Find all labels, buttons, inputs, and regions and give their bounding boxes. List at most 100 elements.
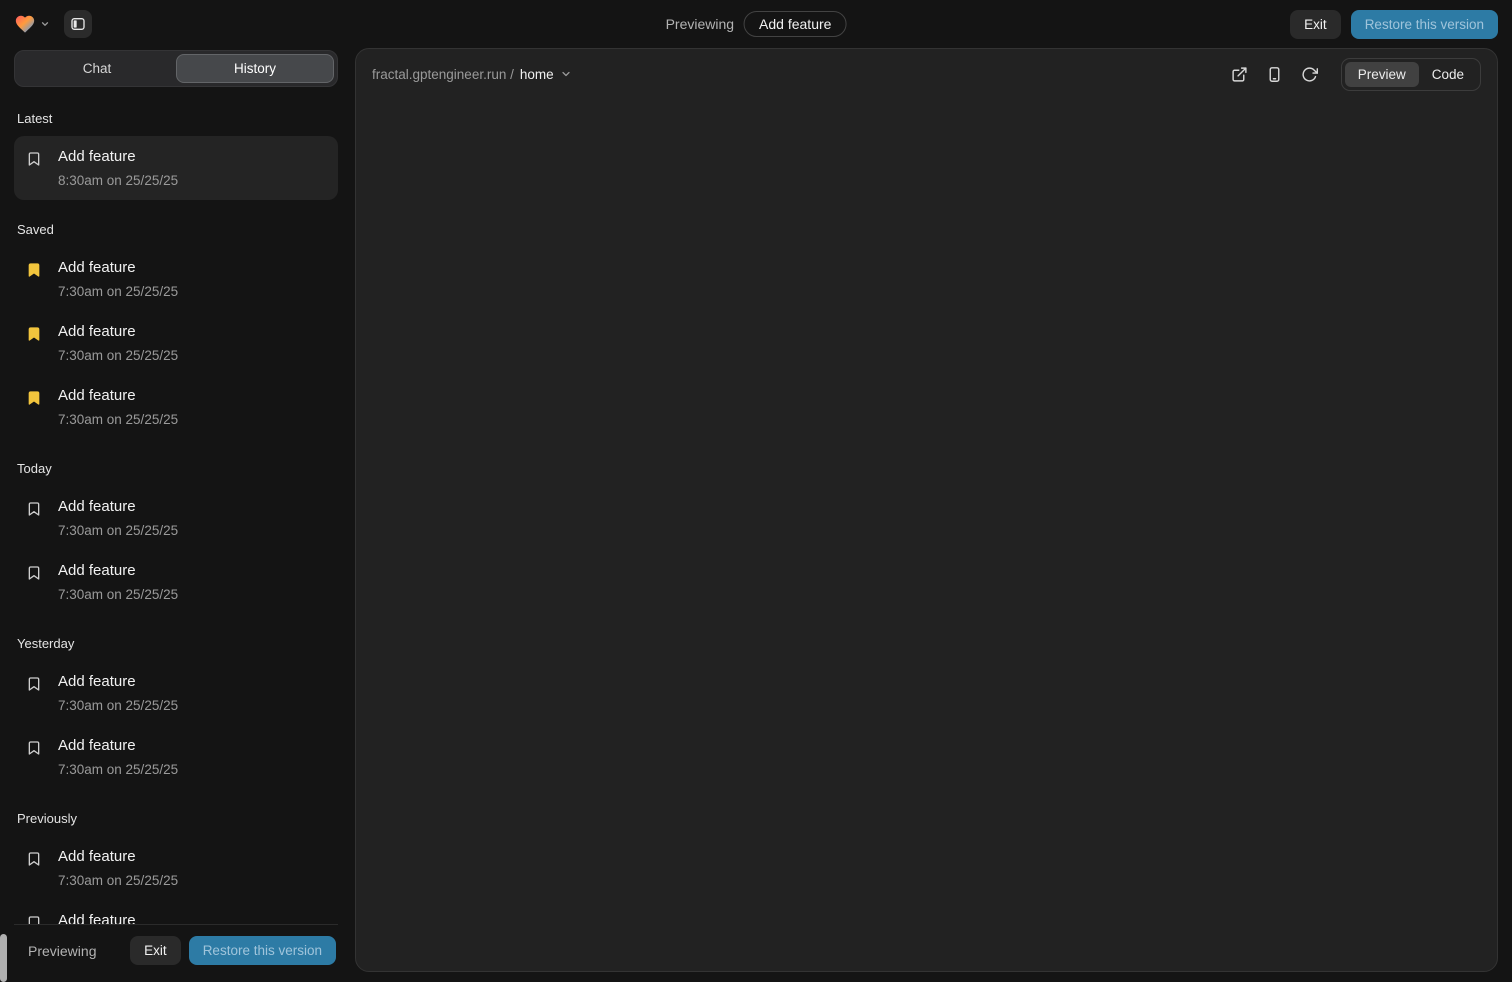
history-item-time: 7:30am on 25/25/25 — [58, 284, 178, 299]
preview-url-prefix: fractal.gptengineer.run / — [372, 67, 514, 82]
topbar: Previewing Add feature Exit Restore this… — [0, 0, 1512, 48]
restore-version-button[interactable]: Restore this version — [1351, 10, 1498, 39]
history-item-title: Add feature — [58, 387, 178, 405]
bookmark-outline-icon — [26, 565, 42, 581]
history-item-title: Add feature — [58, 848, 178, 866]
mobile-preview-button[interactable] — [1261, 60, 1289, 88]
section-items: Add feature 7:30am on 25/25/25 Add featu… — [14, 486, 338, 614]
tab-chat[interactable]: Chat — [18, 54, 176, 83]
history-item[interactable]: Add feature 7:30am on 25/25/25 — [14, 486, 338, 550]
history-item-text: Add feature 7:30am on 25/25/25 — [58, 259, 178, 299]
previewing-status-label: Previewing — [666, 16, 734, 32]
history-item-title: Add feature — [58, 737, 178, 755]
history-item-time: 7:30am on 25/25/25 — [58, 762, 178, 777]
section-title: Saved — [17, 222, 335, 237]
section-items: Add feature 7:30am on 25/25/25 Add featu… — [14, 247, 338, 439]
lovable-heart-logo-icon — [14, 13, 36, 35]
open-in-new-tab-button[interactable] — [1226, 60, 1254, 88]
bookmark-saved-icon — [26, 262, 42, 278]
preview-viewport — [356, 99, 1497, 971]
tab-history[interactable]: History — [176, 54, 334, 83]
sidebar-footer: Previewing Exit Restore this version — [14, 924, 338, 976]
history-section: Today Add feature 7:30am on 25/25/25 Add… — [14, 461, 338, 614]
restore-version-button[interactable]: Restore this version — [189, 936, 336, 965]
topbar-left-group — [14, 10, 92, 38]
history-item-text: Add feature 7:30am on 25/25/25 — [58, 562, 178, 602]
bookmark-saved-icon — [26, 390, 42, 406]
history-item-text: Add feature 8:30am on 25/25/25 — [58, 148, 178, 188]
bookmark-outline-icon — [26, 676, 42, 692]
history-section: Latest Add feature 8:30am on 25/25/25 — [14, 111, 338, 200]
history-section-list: Latest Add feature 8:30am on 25/25/25 Sa… — [14, 87, 338, 924]
history-item[interactable]: Add feature 7:30am on 25/25/25 — [14, 900, 338, 924]
refresh-button[interactable] — [1296, 60, 1324, 88]
section-items: Add feature 7:30am on 25/25/25 Add featu… — [14, 661, 338, 789]
logo-menu-button[interactable] — [14, 13, 50, 35]
history-item[interactable]: Add feature 7:30am on 25/25/25 — [14, 550, 338, 614]
mobile-preview-icon — [1266, 66, 1283, 83]
history-item-text: Add feature 7:30am on 25/25/25 — [58, 737, 178, 777]
section-items: Add feature 7:30am on 25/25/25 Add featu… — [14, 836, 338, 924]
preview-panel: fractal.gptengineer.run / home — [355, 48, 1498, 972]
history-item[interactable]: Add feature 7:30am on 25/25/25 — [14, 311, 338, 375]
history-item[interactable]: Add feature 7:30am on 25/25/25 — [14, 725, 338, 789]
preview-toolbar: Preview Code — [1226, 58, 1481, 91]
tab-code[interactable]: Code — [1419, 62, 1477, 87]
history-item-time: 8:30am on 25/25/25 — [58, 173, 178, 188]
section-title: Latest — [17, 111, 335, 126]
history-item-time: 7:30am on 25/25/25 — [58, 348, 178, 363]
previewing-status-label: Previewing — [28, 943, 96, 959]
section-title: Today — [17, 461, 335, 476]
history-sidebar: Chat History Latest Add feature 8:30am o… — [14, 50, 338, 976]
bookmark-outline-icon — [26, 151, 42, 167]
bookmark-outline-icon — [26, 851, 42, 867]
exit-button[interactable]: Exit — [1290, 10, 1341, 39]
history-item-text: Add feature 7:30am on 25/25/25 — [58, 498, 178, 538]
panel-toggle-icon — [70, 16, 86, 32]
topbar-center-group: Previewing Add feature — [666, 0, 847, 48]
history-item-title: Add feature — [58, 912, 178, 924]
bookmark-outline-icon — [26, 501, 42, 517]
history-item[interactable]: Add feature 8:30am on 25/25/25 — [14, 136, 338, 200]
history-section: Saved Add feature 7:30am on 25/25/25 Add… — [14, 222, 338, 439]
preview-header: fractal.gptengineer.run / home — [356, 49, 1497, 99]
history-item-text: Add feature 7:30am on 25/25/25 — [58, 912, 178, 924]
history-item-text: Add feature 7:30am on 25/25/25 — [58, 323, 178, 363]
history-item[interactable]: Add feature 7:30am on 25/25/25 — [14, 836, 338, 900]
chevron-down-icon — [40, 19, 50, 29]
history-item-time: 7:30am on 25/25/25 — [58, 587, 178, 602]
history-item-time: 7:30am on 25/25/25 — [58, 523, 178, 538]
history-item-title: Add feature — [58, 673, 178, 691]
preview-url-dropdown[interactable]: fractal.gptengineer.run / home — [372, 67, 572, 82]
open-in-new-tab-icon — [1231, 66, 1248, 83]
refresh-icon — [1301, 66, 1318, 83]
history-item-time: 7:30am on 25/25/25 — [58, 698, 178, 713]
history-item-text: Add feature 7:30am on 25/25/25 — [58, 387, 178, 427]
history-item-title: Add feature — [58, 148, 178, 166]
sidebar-toggle-button[interactable] — [64, 10, 92, 38]
history-section: Yesterday Add feature 7:30am on 25/25/25… — [14, 636, 338, 789]
bookmark-saved-icon — [26, 326, 42, 342]
history-item-title: Add feature — [58, 323, 178, 341]
sidebar-tab-bar: Chat History — [14, 50, 338, 87]
history-item-title: Add feature — [58, 498, 178, 516]
section-title: Previously — [17, 811, 335, 826]
section-title: Yesterday — [17, 636, 335, 651]
exit-button[interactable]: Exit — [130, 936, 181, 965]
tab-preview[interactable]: Preview — [1345, 62, 1419, 87]
chevron-down-icon — [560, 68, 572, 80]
history-item[interactable]: Add feature 7:30am on 25/25/25 — [14, 247, 338, 311]
topbar-right-group: Exit Restore this version — [1290, 10, 1498, 39]
sidebar-scrollbar-thumb[interactable] — [0, 934, 7, 982]
history-item-time: 7:30am on 25/25/25 — [58, 412, 178, 427]
history-item[interactable]: Add feature 7:30am on 25/25/25 — [14, 661, 338, 725]
version-name-badge[interactable]: Add feature — [744, 11, 846, 37]
history-item-text: Add feature 7:30am on 25/25/25 — [58, 673, 178, 713]
history-item[interactable]: Add feature 7:30am on 25/25/25 — [14, 375, 338, 439]
bookmark-outline-icon — [26, 740, 42, 756]
preview-url-page: home — [520, 67, 554, 82]
history-item-title: Add feature — [58, 562, 178, 580]
preview-code-toggle: Preview Code — [1341, 58, 1481, 91]
history-item-text: Add feature 7:30am on 25/25/25 — [58, 848, 178, 888]
history-item-title: Add feature — [58, 259, 178, 277]
